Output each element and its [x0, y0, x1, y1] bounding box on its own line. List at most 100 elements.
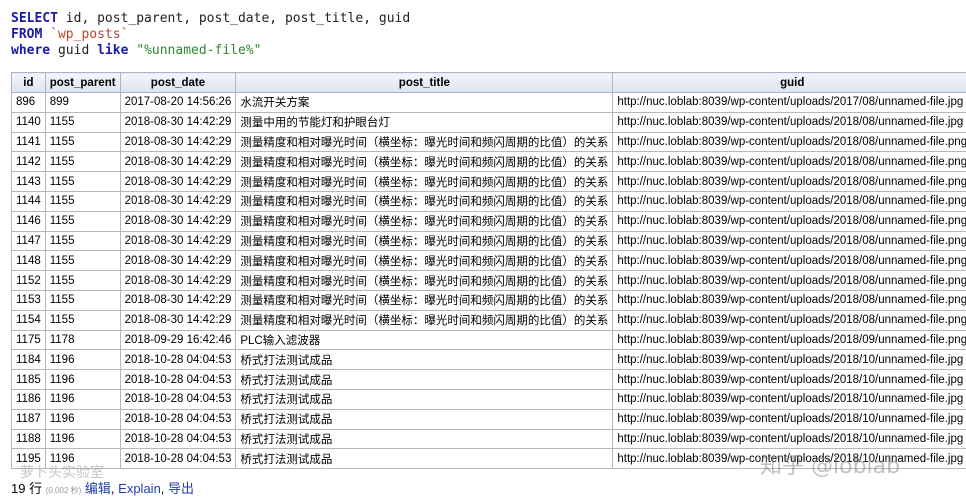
- cell-guid: http://nuc.loblab:8039/wp-content/upload…: [612, 428, 966, 450]
- table-row[interactable]: 1184 1196 2018-10-28 04:04:53 桥式打法测试成品 http:…: [11, 349, 966, 371]
- table-row[interactable]: 1148 1155 2018-08-30 14:42:29 测量精度和相对曝光时间（横…: [11, 250, 966, 272]
- edit-link[interactable]: 编辑: [85, 481, 111, 496]
- cell-post-title: 测量精度和相对曝光时间（横坐标：曝光时间和频闪周期的比值）的关系: [235, 309, 614, 331]
- cell-post-parent: 1155: [44, 190, 121, 212]
- cell-post-date: 2018-08-30 14:42:29: [119, 190, 237, 212]
- results-table: id post_parent post_date post_title guid…: [11, 72, 966, 470]
- cell-post-parent: 1155: [44, 250, 121, 272]
- cell-id: 1184: [11, 349, 46, 371]
- table-row[interactable]: 1140 1155 2018-08-30 14:42:29 测量中用的节能灯和护眼台灯…: [11, 111, 966, 133]
- cell-post-title: 桥式打法测试成品: [235, 349, 614, 371]
- cell-id: 1146: [11, 210, 46, 232]
- table-row[interactable]: 1143 1155 2018-08-30 14:42:29 测量精度和相对曝光时间（横…: [11, 171, 966, 192]
- cell-id: 896: [11, 92, 46, 113]
- sql-where-column: guid: [50, 43, 98, 58]
- cell-post-date: 2018-10-28 04:04:53: [119, 448, 237, 470]
- table-row[interactable]: 1144 1155 2018-08-30 14:42:29 测量精度和相对曝光时间（横…: [11, 190, 966, 212]
- cell-id: 1142: [11, 151, 46, 173]
- cell-post-parent: 1155: [44, 210, 121, 232]
- column-header-guid[interactable]: guid: [612, 72, 966, 93]
- query-time: (0.002 秒): [45, 486, 82, 495]
- cell-post-title: 测量精度和相对曝光时间（横坐标：曝光时间和频闪周期的比值）的关系: [235, 131, 614, 153]
- sql-like-pattern: "%unnamed-file%": [136, 43, 262, 58]
- cell-post-parent: 1155: [44, 131, 121, 153]
- cell-post-date: 2018-08-30 14:42:29: [119, 289, 237, 311]
- cell-post-date: 2018-08-30 14:42:29: [119, 210, 237, 232]
- cell-post-parent: 1196: [44, 448, 121, 470]
- cell-post-date: 2018-08-30 14:42:29: [119, 270, 237, 291]
- table-row[interactable]: 1146 1155 2018-08-30 14:42:29 测量精度和相对曝光时间（横…: [11, 210, 966, 232]
- table-row[interactable]: 1185 1196 2018-10-28 04:04:53 桥式打法测试成品 http:…: [11, 369, 966, 390]
- cell-guid: http://nuc.loblab:8039/wp-content/upload…: [612, 369, 966, 390]
- cell-post-date: 2018-08-30 14:42:29: [119, 131, 237, 153]
- cell-post-parent: 1196: [44, 349, 121, 371]
- table-row[interactable]: 1153 1155 2018-08-30 14:42:29 测量精度和相对曝光时间（横…: [11, 289, 966, 311]
- cell-post-date: 2018-09-29 16:42:46: [119, 329, 237, 351]
- cell-guid: http://nuc.loblab:8039/wp-content/upload…: [612, 230, 966, 252]
- cell-post-title: 水流开关方案: [235, 92, 614, 113]
- cell-post-date: 2018-10-28 04:04:53: [119, 388, 237, 410]
- cell-post-parent: 1196: [44, 408, 121, 430]
- cell-post-title: 测量中用的节能灯和护眼台灯: [235, 111, 614, 133]
- table-row[interactable]: 896 899 2017-08-20 14:56:26 水流开关方案 http://nu…: [11, 92, 966, 113]
- cell-post-title: 测量精度和相对曝光时间（横坐标：曝光时间和频闪周期的比值）的关系: [235, 230, 614, 252]
- cell-id: 1195: [11, 448, 46, 470]
- cell-id: 1175: [11, 329, 46, 351]
- header-row: id post_parent post_date post_title guid: [11, 72, 966, 93]
- cell-id: 1186: [11, 388, 46, 410]
- cell-guid: http://nuc.loblab:8039/wp-content/upload…: [612, 388, 966, 410]
- cell-guid: http://nuc.loblab:8039/wp-content/upload…: [612, 289, 966, 311]
- sql-keyword-select: SELECT: [11, 11, 58, 26]
- cell-post-date: 2018-10-28 04:04:53: [119, 369, 237, 390]
- sql-keyword-from: FROM: [11, 27, 43, 42]
- cell-guid: http://nuc.loblab:8039/wp-content/upload…: [612, 210, 966, 232]
- cell-id: 1154: [11, 309, 46, 331]
- table-row[interactable]: 1186 1196 2018-10-28 04:04:53 桥式打法测试成品 http:…: [11, 388, 966, 410]
- cell-id: 1140: [11, 111, 46, 133]
- cell-post-date: 2018-08-30 14:42:29: [119, 250, 237, 272]
- column-header-post-date[interactable]: post_date: [119, 72, 237, 93]
- sql-query: SELECT id, post_parent, post_date, post_…: [11, 11, 410, 59]
- cell-post-date: 2018-08-30 14:42:29: [119, 230, 237, 252]
- table-row[interactable]: 1154 1155 2018-08-30 14:42:29 测量精度和相对曝光时间（横…: [11, 309, 966, 331]
- table-row[interactable]: 1187 1196 2018-10-28 04:04:53 桥式打法测试成品 http:…: [11, 408, 966, 430]
- export-link[interactable]: 导出: [168, 481, 194, 496]
- cell-post-title: PLC输入滤波器: [235, 329, 614, 351]
- cell-post-parent: 1155: [44, 151, 121, 173]
- cell-post-parent: 1155: [44, 270, 121, 291]
- cell-post-parent: 899: [44, 92, 121, 113]
- column-header-id[interactable]: id: [11, 72, 46, 93]
- cell-id: 1185: [11, 369, 46, 390]
- table-row[interactable]: 1188 1196 2018-10-28 04:04:53 桥式打法测试成品 http:…: [11, 428, 966, 450]
- cell-post-parent: 1155: [44, 111, 121, 133]
- cell-post-date: 2017-08-20 14:56:26: [119, 92, 237, 113]
- cell-post-title: 测量精度和相对曝光时间（横坐标：曝光时间和频闪周期的比值）的关系: [235, 190, 614, 212]
- cell-post-title: 桥式打法测试成品: [235, 448, 614, 470]
- column-header-post-parent[interactable]: post_parent: [44, 72, 121, 93]
- cell-id: 1187: [11, 408, 46, 430]
- cell-post-parent: 1155: [44, 309, 121, 331]
- explain-link[interactable]: Explain: [118, 481, 161, 496]
- sql-table-name: `wp_posts`: [50, 27, 129, 42]
- sql-keyword-like: like: [97, 43, 129, 58]
- table-row[interactable]: 1147 1155 2018-08-30 14:42:29 测量精度和相对曝光时间（横…: [11, 230, 966, 252]
- cell-id: 1188: [11, 428, 46, 450]
- cell-post-date: 2018-10-28 04:04:53: [119, 349, 237, 371]
- cell-post-date: 2018-08-30 14:42:29: [119, 111, 237, 133]
- table-row[interactable]: 1175 1178 2018-09-29 16:42:46 PLC输入滤波器 http:…: [11, 329, 966, 351]
- cell-guid: http://nuc.loblab:8039/wp-content/upload…: [612, 111, 966, 133]
- cell-guid: http://nuc.loblab:8039/wp-content/upload…: [612, 408, 966, 430]
- cell-guid: http://nuc.loblab:8039/wp-content/upload…: [612, 190, 966, 212]
- cell-id: 1144: [11, 190, 46, 212]
- table-row[interactable]: 1195 1196 2018-10-28 04:04:53 桥式打法测试成品 http:…: [11, 448, 966, 470]
- table-row[interactable]: 1142 1155 2018-08-30 14:42:29 测量精度和相对曝光时间（横…: [11, 151, 966, 173]
- cell-post-title: 测量精度和相对曝光时间（横坐标：曝光时间和频闪周期的比值）的关系: [235, 270, 614, 291]
- table-row[interactable]: 1152 1155 2018-08-30 14:42:29 测量精度和相对曝光时间（横…: [11, 270, 966, 291]
- cell-post-title: 桥式打法测试成品: [235, 428, 614, 450]
- table-row[interactable]: 1141 1155 2018-08-30 14:42:29 测量精度和相对曝光时间（横…: [11, 131, 966, 153]
- result-footer: 19 行 (0.002 秒) 编辑, Explain, 导出: [11, 478, 194, 497]
- column-header-post-title[interactable]: post_title: [235, 72, 614, 93]
- cell-guid: http://nuc.loblab:8039/wp-content/upload…: [612, 171, 966, 192]
- cell-post-parent: 1155: [44, 171, 121, 192]
- cell-guid: http://nuc.loblab:8039/wp-content/upload…: [612, 448, 966, 470]
